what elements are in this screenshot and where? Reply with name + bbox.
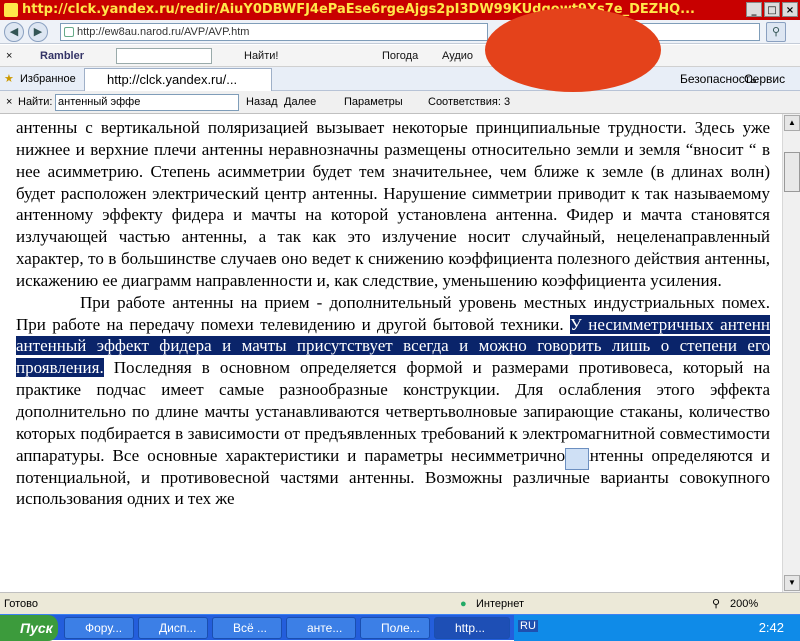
search-icon[interactable]: ⚲ [766,22,786,42]
zoom-level[interactable]: 200% [730,593,758,615]
scroll-up-button[interactable]: ▲ [784,115,800,131]
taskbar-item[interactable]: Поле... [360,617,430,639]
system-tray: RU 2:42 [514,615,800,641]
paragraph-2-end: Последняя в основном определяется формой… [16,358,770,509]
find-label: Найти: [18,96,53,108]
rambler-toolbar: × Rambler Найти! Погода Аудио [0,45,800,67]
close-button[interactable]: × [782,2,798,17]
back-button[interactable]: ◀ [4,22,24,42]
scroll-down-button[interactable]: ▼ [784,575,800,591]
paragraph-1: антенны с вертикальной поляризацией вызы… [16,118,770,290]
vertical-scrollbar[interactable]: ▲ ▼ [782,114,800,592]
tab-label: http://clck.yandex.ru/... [107,72,238,87]
scroll-thumb[interactable] [784,152,800,192]
find-prev-button[interactable]: Назад [246,91,278,114]
zoom-icon[interactable]: ⚲ [712,593,720,615]
taskbar-item-active[interactable]: http... [434,617,510,639]
find-match-count: Соответствия: 3 [428,96,511,108]
rambler-search-input[interactable] [116,48,212,64]
maximize-button[interactable]: □ [764,2,780,17]
document-body: антенны с вертикальной поляризацией вызы… [16,117,770,510]
status-text: Готово [4,598,38,610]
close-find-icon[interactable]: × [6,91,12,114]
paragraph-2: При работе антенны на прием - дополнител… [16,292,770,510]
window-title-bar: http://clck.yandex.ru/redir/AiuY0DBWFJ4e… [0,0,800,20]
minimize-button[interactable]: _ [746,2,762,17]
star-icon[interactable]: ★ [4,67,14,91]
taskbar-item[interactable]: Всё ... [212,617,282,639]
service-menu[interactable]: Сервис [744,67,785,91]
taskbar: Пуск Фору... Дисп... Всё ... анте... Пол… [0,614,800,641]
weather-link[interactable]: Погода [382,45,418,67]
ie-icon [4,3,18,17]
taskbar-item[interactable]: Дисп... [138,617,208,639]
start-button[interactable]: Пуск [0,615,58,641]
favorites-button[interactable]: Избранное [20,67,76,91]
find-options-button[interactable]: Параметры [344,91,403,114]
clock: 2:42 [758,620,784,635]
page-icon [64,27,74,37]
redaction-mark [485,8,661,92]
forward-button[interactable]: ▶ [28,22,48,42]
zone-text: Интернет [476,598,524,610]
taskbar-item[interactable]: Фору... [64,617,134,639]
find-input[interactable]: антенный эффе [55,94,239,111]
window-controls: _ □ × [746,2,798,17]
address-toolbar: ◀ ▶ http://ew8au.narod.ru/AVP/AVP.htm ⚲ [0,20,800,44]
address-input[interactable]: http://ew8au.narod.ru/AVP/AVP.htm [60,23,488,41]
find-bar: × Найти: антенный эффе Назад Далее Парам… [0,91,800,114]
rambler-find-button[interactable]: Найти! [244,45,278,67]
taskbar-item[interactable]: анте... [286,617,356,639]
page-content: антенны с вертикальной поляризацией вызы… [0,114,782,592]
globe-icon: ● [460,598,467,610]
close-icon[interactable]: × [6,45,12,67]
address-url: http://ew8au.narod.ru/AVP/AVP.htm [77,26,250,38]
rambler-brand[interactable]: Rambler [40,45,84,67]
find-next-button[interactable]: Далее [284,91,316,114]
status-bar: Готово ● Интернет ⚲ 200% [0,592,800,614]
audio-link[interactable]: Аудио [442,45,473,67]
favorites-tab-bar: ★ Избранное http://clck.yandex.ru/... Бе… [0,67,800,91]
tab-current[interactable]: http://clck.yandex.ru/... [84,68,272,91]
language-indicator[interactable]: RU [518,620,538,632]
accelerator-icon[interactable] [565,448,589,470]
